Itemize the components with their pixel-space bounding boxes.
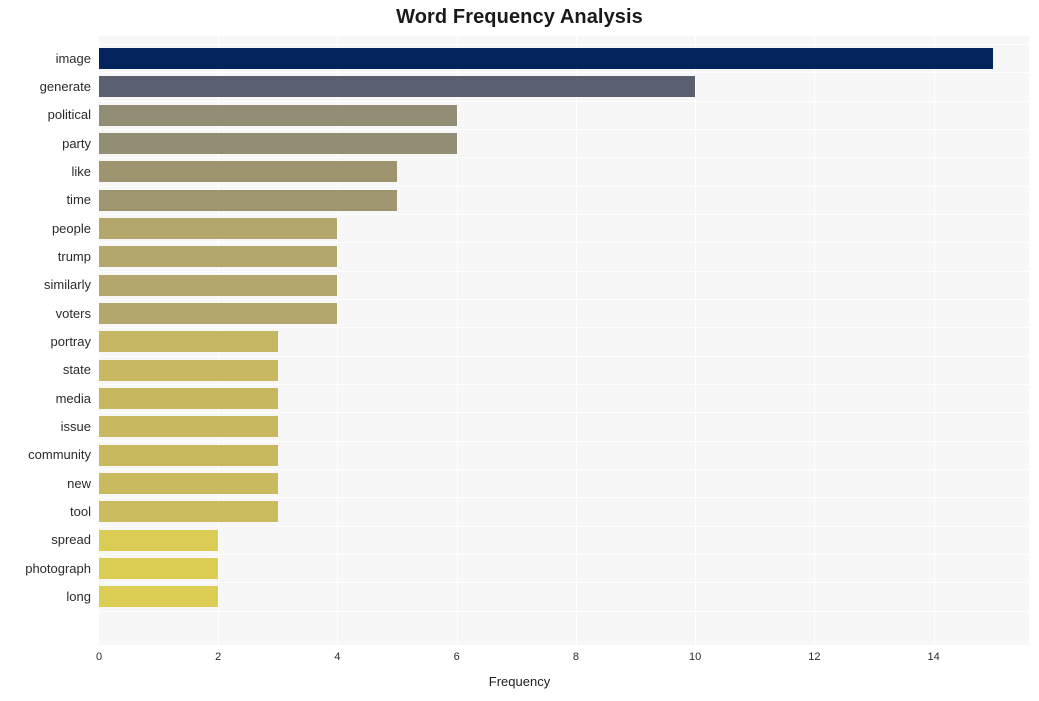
y-axis-tick-label: similarly <box>44 277 91 292</box>
y-axis-tick-label: political <box>47 107 91 122</box>
horizontal-gridline <box>99 157 1029 158</box>
horizontal-gridline <box>99 497 1029 498</box>
y-axis-tick-labels: image generate political party like time peopl… <box>0 36 91 645</box>
horizontal-gridline <box>99 242 1029 243</box>
y-axis-tick-label: party <box>62 136 91 151</box>
bar <box>99 76 696 97</box>
bar <box>99 190 398 211</box>
x-axis-tick-label: 4 <box>334 651 341 663</box>
horizontal-gridline <box>99 186 1029 187</box>
y-axis-tick-label: portray <box>50 334 91 349</box>
x-axis-tick-labels: 0 2 4 6 8 10 12 14 <box>95 645 1029 669</box>
bar <box>99 586 219 607</box>
y-axis-tick-label: time <box>66 192 91 207</box>
x-axis-tick-label: 10 <box>689 651 702 663</box>
bar <box>99 133 457 154</box>
y-axis-tick-label: generate <box>39 79 91 94</box>
plot-area <box>99 36 1029 645</box>
horizontal-gridline <box>99 44 1029 45</box>
word-frequency-bar-chart: Word Frequency Analysis image generate pol… <box>0 0 1039 701</box>
y-axis-tick-label: people <box>51 221 91 236</box>
y-axis-tick-label: image <box>55 51 91 66</box>
horizontal-gridline <box>99 327 1029 328</box>
y-axis-tick-label: like <box>71 164 91 179</box>
x-axis-title: Frequency <box>488 674 551 689</box>
horizontal-gridline <box>99 526 1029 527</box>
bar <box>99 218 338 239</box>
x-axis-tick-label: 6 <box>453 651 460 663</box>
bar <box>99 445 278 466</box>
y-axis-tick-label: media <box>55 391 91 406</box>
bar <box>99 530 219 551</box>
bar <box>99 161 398 182</box>
y-axis-tick-label: trump <box>57 249 91 264</box>
y-axis-tick-label: spread <box>51 532 91 547</box>
y-axis-tick-label: tool <box>70 504 91 519</box>
y-axis-tick-label: community <box>28 447 91 462</box>
x-axis-tick-label: 2 <box>215 651 222 663</box>
horizontal-gridline <box>99 611 1029 612</box>
bar <box>99 360 278 381</box>
bar <box>99 303 338 324</box>
horizontal-gridline <box>99 412 1029 413</box>
bar <box>99 275 338 296</box>
bar <box>99 388 278 409</box>
x-axis-tick-label: 8 <box>572 651 579 663</box>
y-axis-tick-label: state <box>62 362 91 377</box>
bar <box>99 416 278 437</box>
horizontal-gridline <box>99 469 1029 470</box>
x-axis-tick-label: 0 <box>95 651 103 663</box>
horizontal-gridline <box>99 582 1029 583</box>
bar <box>99 246 338 267</box>
chart-title: Word Frequency Analysis <box>396 6 643 28</box>
horizontal-gridline <box>99 299 1029 300</box>
bar <box>99 105 457 126</box>
horizontal-gridline <box>99 356 1029 357</box>
bar <box>99 331 278 352</box>
y-axis-tick-label: photograph <box>25 561 91 576</box>
x-axis-tick-label: 14 <box>927 651 940 663</box>
horizontal-gridline <box>99 214 1029 215</box>
horizontal-gridline <box>99 101 1029 102</box>
horizontal-gridline <box>99 384 1029 385</box>
y-axis-tick-label: new <box>67 476 91 491</box>
bar <box>99 473 278 494</box>
horizontal-gridline <box>99 129 1029 130</box>
y-axis-tick-label: issue <box>60 419 91 434</box>
bar <box>99 48 994 69</box>
horizontal-gridline <box>99 441 1029 442</box>
y-axis-tick-label: long <box>66 589 91 604</box>
x-axis-tick-label: 12 <box>808 651 821 663</box>
bar <box>99 501 278 522</box>
horizontal-gridline <box>99 554 1029 555</box>
bar <box>99 558 219 579</box>
horizontal-gridline <box>99 271 1029 272</box>
horizontal-gridline <box>99 72 1029 73</box>
y-axis-tick-label: voters <box>55 306 91 321</box>
